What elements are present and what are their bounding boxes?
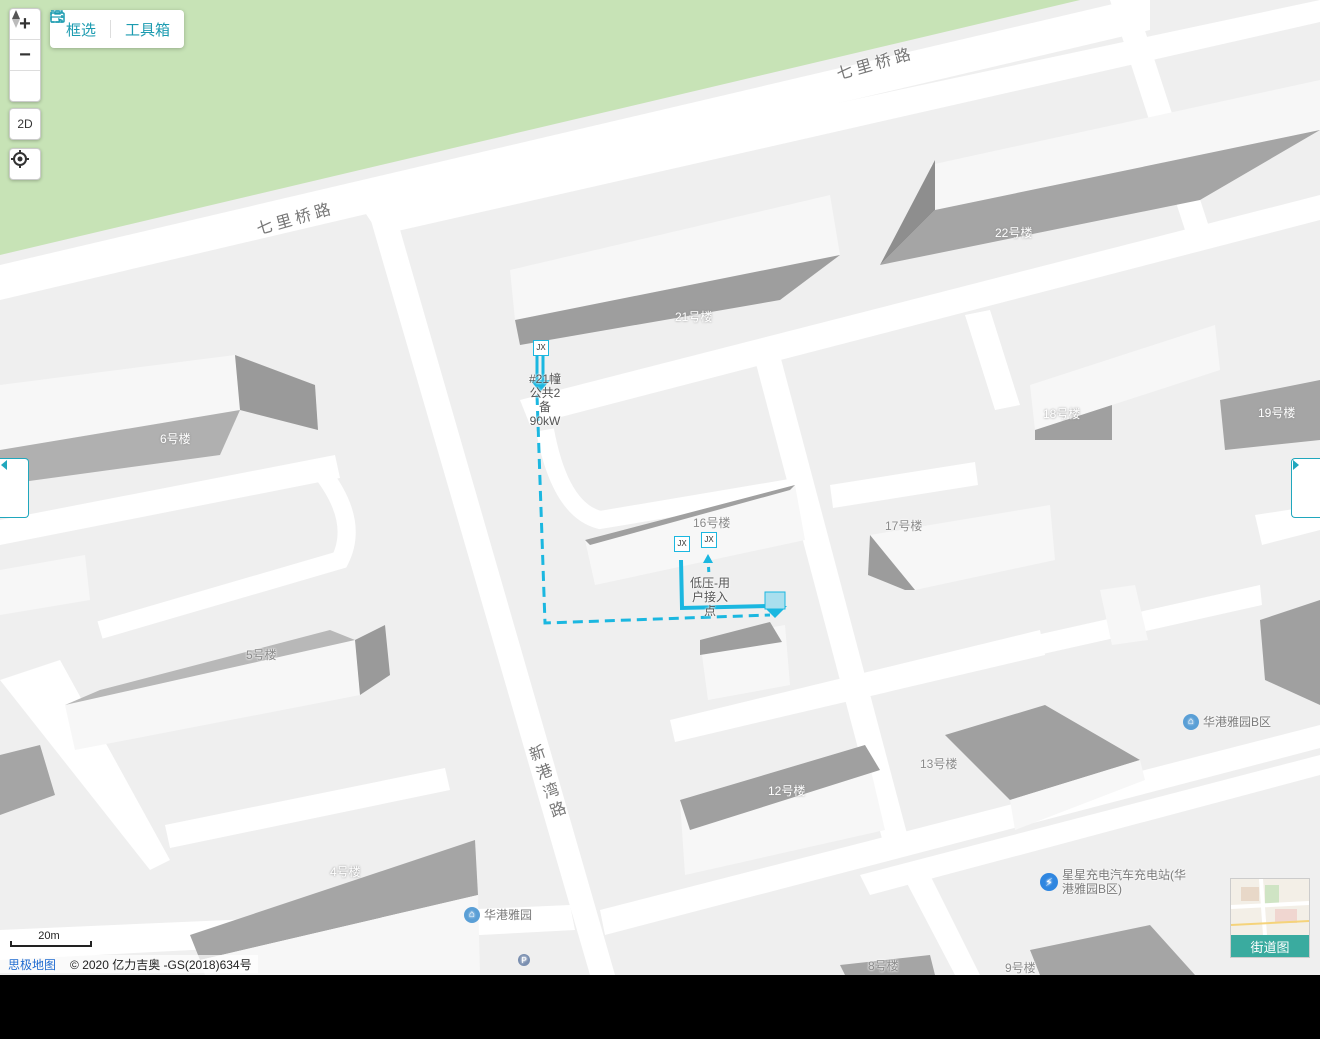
toolbox-icon bbox=[50, 10, 65, 23]
locate-icon bbox=[11, 150, 29, 168]
building-label-13: 13号楼 bbox=[920, 757, 958, 771]
residential-icon: ⌂ bbox=[1183, 713, 1199, 730]
building-box bbox=[700, 622, 790, 700]
building-label-19: 19号楼 bbox=[1258, 406, 1296, 420]
poi-label: 华港雅园 bbox=[484, 908, 533, 922]
building-22 bbox=[880, 80, 1320, 265]
caret-left-icon bbox=[1, 460, 7, 470]
poi-parking[interactable]: P bbox=[518, 954, 530, 966]
equipment-label[interactable]: #21幢公共2备90kW bbox=[526, 372, 564, 428]
jx-tag-2[interactable]: JX bbox=[701, 532, 717, 548]
map-toolbar: 框选 工具箱 bbox=[50, 10, 185, 48]
building-label-18: 18号楼 bbox=[1043, 407, 1081, 421]
building-18 bbox=[1030, 325, 1220, 440]
building-5 bbox=[65, 625, 390, 750]
caret-right-icon bbox=[1293, 460, 1299, 470]
poi-huagang[interactable]: ⌂ 华港雅园 bbox=[464, 906, 532, 923]
building-right-edge bbox=[1260, 600, 1320, 705]
building-label-16: 16号楼 bbox=[693, 516, 731, 530]
box-select-button[interactable]: 框选 bbox=[50, 10, 97, 40]
locate-button[interactable] bbox=[9, 148, 41, 180]
left-panel-toggle[interactable] bbox=[0, 458, 29, 518]
building-label-9: 9号楼 bbox=[1005, 961, 1036, 975]
building-label-5: 5号楼 bbox=[246, 648, 277, 662]
building-left-low bbox=[0, 745, 55, 815]
street-view-label: 街道图 bbox=[1231, 935, 1309, 957]
map-canvas[interactable]: 七里桥路 七里桥路 新港湾路 21号楼 22号楼 6号楼 18号楼 19号楼 1… bbox=[0, 0, 1320, 975]
building-label-4: 4号楼 bbox=[330, 865, 361, 879]
compass-icon bbox=[12, 10, 20, 28]
building-label-17: 17号楼 bbox=[885, 519, 923, 533]
building-label-6: 6号楼 bbox=[160, 432, 191, 446]
zoom-control: + − bbox=[9, 8, 41, 102]
residential-icon: ⌂ bbox=[464, 906, 480, 923]
brand-link[interactable]: 思极地图 bbox=[8, 956, 56, 973]
mode-toggle-button[interactable]: 2D bbox=[9, 108, 41, 140]
zoom-out-button[interactable]: − bbox=[10, 39, 40, 70]
copyright-text: © 2020 亿力吉奥 -GS(2018)634号 bbox=[70, 957, 252, 972]
building-6 bbox=[0, 355, 318, 485]
street-map-thumbnail bbox=[1231, 879, 1309, 935]
poi-charger[interactable]: ⚡ 星星充电汽车充电站(华港雅园B区) bbox=[1040, 868, 1192, 896]
building-label-12: 12号楼 bbox=[768, 784, 806, 798]
poi-label: 星星充电汽车充电站(华港雅园B区) bbox=[1062, 868, 1186, 896]
map-base-layer bbox=[0, 0, 1320, 975]
building-label-22: 22号楼 bbox=[995, 226, 1033, 240]
right-panel-toggle[interactable] bbox=[1291, 458, 1320, 518]
poi-label: 华港雅园B区 bbox=[1203, 715, 1272, 729]
charging-icon: ⚡ bbox=[1040, 873, 1058, 891]
street-view-button[interactable]: 街道图 bbox=[1230, 878, 1310, 958]
user-access-label[interactable]: 低压-用户接入点 bbox=[688, 576, 732, 618]
building-left-small bbox=[0, 555, 90, 615]
toolbox-button[interactable]: 工具箱 bbox=[50, 10, 171, 40]
compass-button[interactable] bbox=[10, 10, 40, 101]
building-label-21: 21号楼 bbox=[675, 310, 713, 324]
box-select-label: 框选 bbox=[66, 21, 97, 39]
toolbar-divider bbox=[110, 20, 112, 38]
toolbox-label: 工具箱 bbox=[125, 21, 171, 39]
scale-bar bbox=[10, 941, 92, 947]
parking-icon: P bbox=[518, 954, 530, 966]
jx-tag-1[interactable]: JX bbox=[674, 536, 690, 552]
building-9 bbox=[1030, 925, 1195, 975]
building-label-8: 8号楼 bbox=[868, 959, 899, 973]
attribution: 思极地图 © 2020 亿力吉奥 -GS(2018)634号 bbox=[0, 955, 258, 973]
jx-tag-top[interactable]: JX bbox=[533, 340, 549, 356]
poi-huagang-b[interactable]: ⌂ 华港雅园B区 bbox=[1183, 713, 1271, 730]
